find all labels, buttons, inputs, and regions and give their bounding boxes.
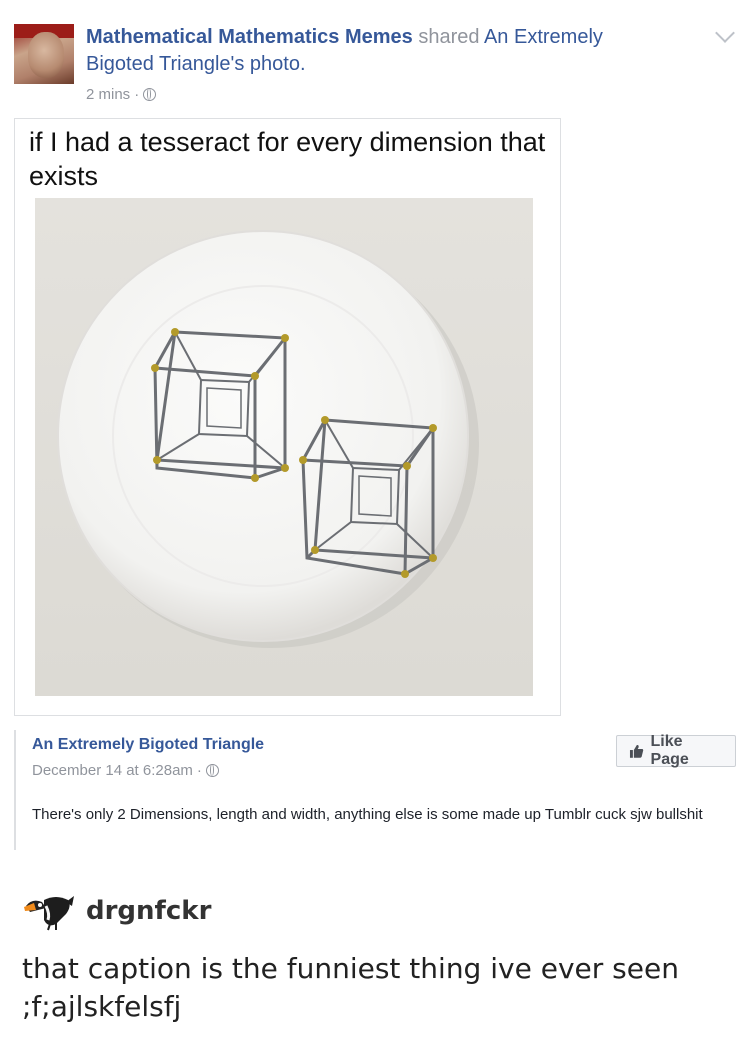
shared-photo[interactable]: if I had a tesseract for every dimension… <box>14 118 561 716</box>
thumbs-up-icon <box>629 744 644 758</box>
tumblr-caption: that caption is the funniest thing ive e… <box>22 952 679 1023</box>
post-meta: 2 mins · <box>86 86 157 103</box>
avatar-face <box>28 32 64 78</box>
meme-image <box>35 198 533 696</box>
post-time[interactable]: 2 mins <box>86 86 130 103</box>
facebook-post: Mathematical Mathematics Memes shared An… <box>0 0 750 870</box>
shared-attachment: An Extremely Bigoted Triangle December 1… <box>14 730 736 850</box>
shared-meta: December 14 at 6:28am · <box>32 762 219 779</box>
tumblr-username[interactable]: drgnfckr <box>86 896 211 926</box>
like-page-label: Like Page <box>650 733 689 768</box>
like-page-button[interactable]: Like Page <box>616 733 736 768</box>
globe-icon <box>143 88 157 101</box>
meme-caption: if I had a tesseract for every dimension… <box>29 127 546 191</box>
toucan-icon <box>24 896 74 931</box>
meta-separator: · <box>134 86 140 103</box>
meta-separator: · <box>196 762 202 779</box>
plate-icon <box>57 230 469 642</box>
shared-author-link[interactable]: An Extremely Bigoted Triangle <box>32 736 264 754</box>
shared-description: There's only 2 Dimensions, length and wi… <box>32 806 703 823</box>
plate-illustration <box>57 230 479 648</box>
shared-word: shared <box>418 26 480 48</box>
shared-date[interactable]: December 14 at 6:28am <box>32 762 193 779</box>
page-avatar[interactable] <box>14 24 74 84</box>
page-name-link[interactable]: Mathematical Mathematics Memes <box>86 26 413 48</box>
post-header: Mathematical Mathematics Memes shared An… <box>86 24 676 78</box>
globe-icon <box>205 764 219 777</box>
tumblr-user[interactable]: drgnfckr <box>22 890 211 932</box>
chevron-down-icon[interactable] <box>715 23 735 43</box>
